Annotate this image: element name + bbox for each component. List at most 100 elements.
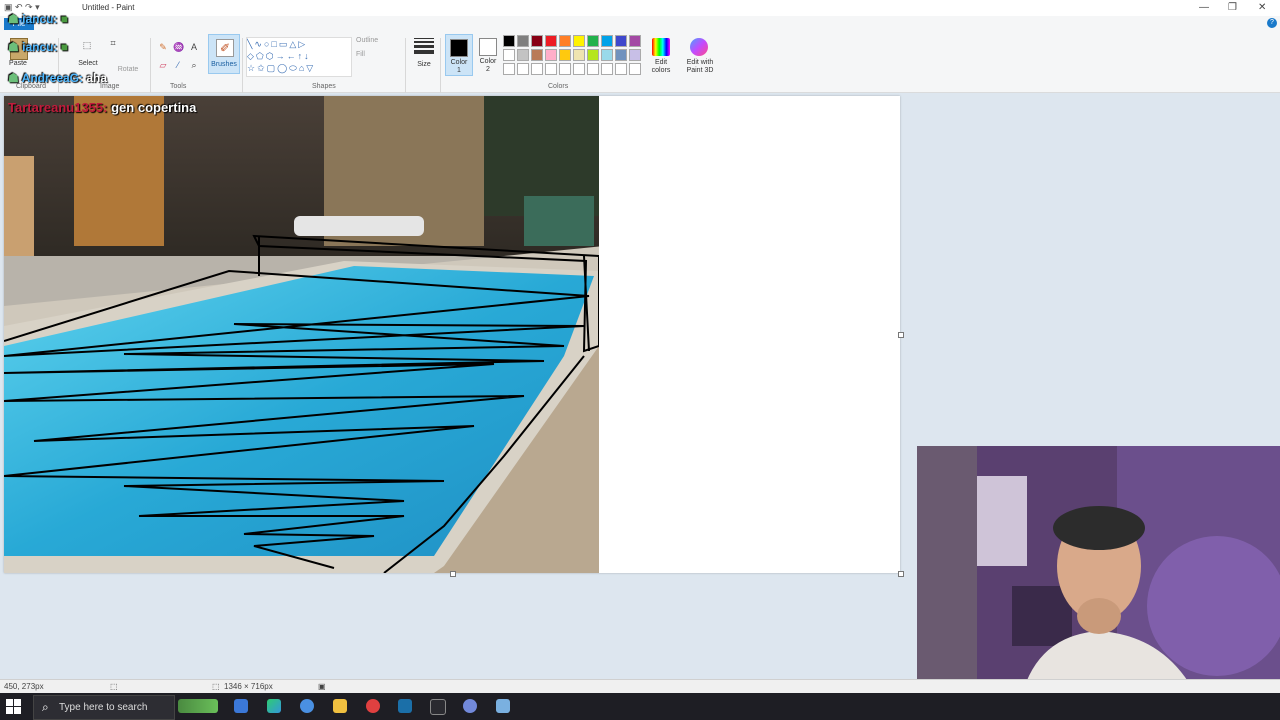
color2-button[interactable]: Color 2 [475,34,501,74]
palette-swatch[interactable] [615,35,627,47]
color1-swatch [450,39,468,57]
eraser-icon[interactable]: ▱ [158,60,168,70]
edge-icon[interactable] [267,699,281,713]
brush-icon: ✐ [216,39,234,57]
emote-icon: ■ [60,40,69,54]
search-placeholder: Type here to search [59,702,148,713]
palette-swatch[interactable] [545,49,557,61]
palette-swatch[interactable] [573,49,585,61]
weather-widget-icon[interactable] [178,699,218,713]
palette-swatch[interactable] [629,63,641,75]
close-icon[interactable]: ✕ [1258,2,1266,13]
maximize-icon[interactable]: ❐ [1228,2,1237,13]
text-icon[interactable]: A [189,42,199,52]
minimize-icon[interactable]: — [1199,2,1209,13]
steam-icon[interactable] [398,699,412,713]
paste-button[interactable]: Paste [6,60,30,67]
select-button[interactable]: Select [74,60,102,67]
palette-swatch[interactable] [587,35,599,47]
chat-avatar-icon: ☗ [8,12,19,26]
palette-swatch[interactable] [615,63,627,75]
palette-swatch[interactable] [545,63,557,75]
palette-swatch[interactable] [503,49,515,61]
select-icon[interactable]: ⬚ [82,40,92,50]
fill-bucket-icon[interactable]: ♒ [173,42,184,52]
canvas-resize-handle-bottom[interactable] [450,571,456,577]
color-picker-icon[interactable]: ⁄ [173,60,183,70]
palette-swatch[interactable] [517,35,529,47]
window-title: Untitled - Paint [82,3,135,12]
chat-text: aha [86,71,108,85]
palette-swatch[interactable] [517,49,529,61]
canvas-resize-handle-corner[interactable] [898,571,904,577]
browser-icon[interactable] [300,699,314,713]
palette-swatch[interactable] [559,35,571,47]
ribbon: File ? Paste Clipboard ⬚ Select ⌗ Rotate… [0,16,1280,96]
xbox-icon[interactable] [430,699,446,715]
colors-group-label: Colors [548,83,569,90]
chrome-icon[interactable] [366,699,380,713]
palette-swatch[interactable] [545,35,557,47]
paint-taskbar-icon[interactable] [496,699,510,713]
edit-colors-button[interactable]: Edit colors [646,59,676,75]
fill-dropdown[interactable]: Fill [356,51,365,58]
help-icon[interactable]: ? [1267,18,1277,28]
palette-swatch[interactable] [559,63,571,75]
chat-username: Tartareanu1355: [8,100,108,115]
palette-swatch[interactable] [587,63,599,75]
chat-message: ☗ AndreeaG: aha [8,71,107,85]
task-view-icon[interactable] [234,699,248,713]
title-bar: ▣ ↶ ↷ ▾ Untitled - Paint — ❐ ✕ [0,0,1280,16]
palette-swatch[interactable] [587,49,599,61]
pasted-pool-image[interactable]: Tartareanu1355: gen copertina [4,96,599,573]
palette-swatch[interactable] [629,35,641,47]
file-explorer-icon[interactable] [333,699,347,713]
chat-message: ☗ iancu: ■ [8,40,68,54]
palette-swatch[interactable] [573,63,585,75]
palette-swatch[interactable] [559,49,571,61]
palette-swatch[interactable] [573,35,585,47]
palette-swatch[interactable] [503,63,515,75]
palette-swatch[interactable] [517,63,529,75]
size-button[interactable]: Size [412,61,436,68]
status-bar: 450, 273px ⬚ ⬚ 1346 × 716px ▣ [0,679,1280,693]
search-icon: ⌕ [42,700,49,714]
color-palette[interactable] [503,35,641,75]
magnifier-icon[interactable]: ⌕ [189,60,199,70]
windows-start-icon[interactable] [6,699,22,715]
paint3d-icon[interactable] [690,38,708,56]
discord-icon[interactable] [463,699,477,713]
crop-icon[interactable]: ⌗ [108,38,118,48]
color1-button[interactable]: Color 1 [445,34,473,76]
color2-swatch [479,38,497,56]
palette-swatch[interactable] [531,63,543,75]
rotate-button[interactable]: Rotate [113,66,143,73]
palette-swatch[interactable] [615,49,627,61]
canvas-size-icon: ⬚ [212,682,220,691]
edit-with-paint3d-button[interactable]: Edit with Paint 3D [680,59,720,75]
chat-avatar-icon: ☗ [8,71,19,85]
palette-swatch[interactable] [601,63,613,75]
cursor-position: 450, 273px [4,682,44,691]
chat-message: ☗ iancu: ■ [8,12,68,26]
palette-swatch[interactable] [503,35,515,47]
edit-colors-icon[interactable] [652,38,670,56]
canvas-size: 1346 × 716px [224,682,273,691]
pencil-icon[interactable]: ✎ [158,42,168,52]
chat-username: AndreeaG: [21,71,84,85]
palette-swatch[interactable] [531,35,543,47]
palette-swatch[interactable] [629,49,641,61]
taskbar-search[interactable]: ⌕ Type here to search [33,695,175,720]
palette-swatch[interactable] [601,35,613,47]
brushes-button[interactable]: ✐ Brushes [208,34,240,74]
palette-swatch[interactable] [601,49,613,61]
shapes-gallery[interactable]: ╲∿○□▭△▷ ◇⬠⬡→←↑↓ ☆✩▢◯⬭⌂▽ [246,37,352,77]
palette-swatch[interactable] [531,49,543,61]
shapes-group-label: Shapes [312,83,336,90]
taskbar: ⌕ Type here to search [0,693,1280,720]
disk-icon: ▣ [318,682,326,691]
size-icon[interactable] [414,38,434,54]
outline-dropdown[interactable]: Outline [356,37,378,44]
tools-group-label: Tools [170,83,187,90]
canvas-resize-handle-right[interactable] [898,332,904,338]
